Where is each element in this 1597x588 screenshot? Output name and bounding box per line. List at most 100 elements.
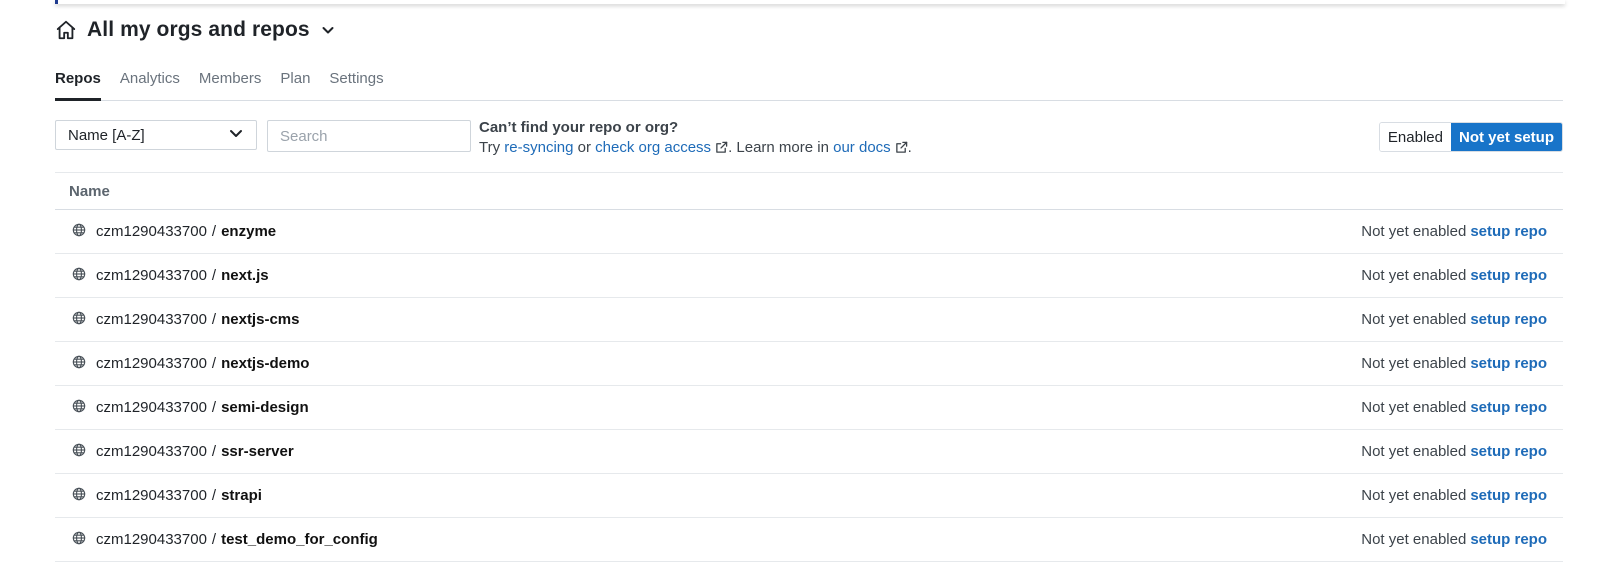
- repo-name: enzyme: [221, 223, 277, 240]
- globe-icon: [72, 399, 96, 417]
- help-title: Can’t find your repo or org?: [479, 119, 679, 136]
- help-or: or: [573, 139, 596, 156]
- help-learn: . Learn more in: [728, 139, 834, 156]
- repo-name-cell: czm1290433700/nextjs-cms: [72, 311, 299, 329]
- setup-repo-link[interactable]: setup repo: [1470, 223, 1547, 240]
- setup-repo-link[interactable]: setup repo: [1470, 267, 1547, 284]
- resync-link[interactable]: re-syncing: [504, 139, 573, 156]
- repo-status-cell: Not yet enabled setup repo: [1361, 443, 1547, 460]
- globe-icon: [72, 267, 96, 285]
- controls-bar: Name [A-Z] Can’t find your repo or org? …: [55, 118, 1563, 158]
- path-separator: /: [211, 443, 217, 460]
- repo-status-cell: Not yet enabled setup repo: [1361, 223, 1547, 240]
- tab-settings[interactable]: Settings: [329, 62, 383, 100]
- org-name: czm1290433700: [96, 487, 207, 504]
- repo-status: Not yet enabled: [1361, 355, 1467, 372]
- repo-name-cell: czm1290433700/enzyme: [72, 223, 276, 241]
- org-name: czm1290433700: [96, 355, 207, 372]
- tab-repos[interactable]: Repos: [55, 62, 101, 101]
- globe-icon: [72, 311, 96, 329]
- repo-name-cell: czm1290433700/test_demo_for_config: [72, 531, 378, 549]
- repo-name-cell: czm1290433700/nextjs-demo: [72, 355, 309, 373]
- repo-name-cell: czm1290433700/ssr-server: [72, 443, 294, 461]
- chevron-down-icon[interactable]: [320, 22, 336, 38]
- setup-repo-link[interactable]: setup repo: [1470, 531, 1547, 548]
- page-title: All my orgs and repos: [87, 18, 310, 41]
- path-separator: /: [211, 267, 217, 284]
- external-link-icon: [715, 140, 728, 160]
- setup-repo-link[interactable]: setup repo: [1470, 487, 1547, 504]
- org-name: czm1290433700: [96, 531, 207, 548]
- setup-repo-link[interactable]: setup repo: [1470, 399, 1547, 416]
- repo-status-cell: Not yet enabled setup repo: [1361, 267, 1547, 284]
- help-try: Try: [479, 139, 505, 156]
- repo-status-cell: Not yet enabled setup repo: [1361, 487, 1547, 504]
- sort-value: Name [A-Z]: [68, 126, 145, 144]
- repo-name: nextjs-cms: [221, 311, 300, 328]
- filter-not-setup-button[interactable]: Not yet setup: [1450, 123, 1562, 151]
- home-icon: [55, 19, 77, 41]
- path-separator: /: [211, 531, 217, 548]
- setup-repo-link[interactable]: setup repo: [1470, 443, 1547, 460]
- help-line: Try re-syncing or check org access . Lear…: [479, 138, 912, 160]
- external-link-icon: [895, 140, 908, 160]
- globe-icon: [72, 531, 96, 549]
- docs-link[interactable]: our docs: [833, 139, 891, 156]
- repo-table: Name czm1290433700/enzyme Not yet enable…: [55, 172, 1563, 562]
- table-row: czm1290433700/next.js Not yet enabled set…: [55, 254, 1563, 298]
- globe-icon: [72, 223, 96, 241]
- org-switcher[interactable]: All my orgs and repos: [55, 18, 336, 42]
- check-org-access-link[interactable]: check org access: [595, 139, 711, 156]
- repo-name: test_demo_for_config: [221, 531, 378, 548]
- repo-status: Not yet enabled: [1361, 399, 1467, 416]
- search-input[interactable]: [267, 120, 471, 152]
- setup-repo-link[interactable]: setup repo: [1470, 311, 1547, 328]
- table-row: czm1290433700/strapi Not yet enabled setu…: [55, 474, 1563, 518]
- repo-name: strapi: [221, 487, 262, 504]
- repo-status: Not yet enabled: [1361, 267, 1467, 284]
- globe-icon: [72, 443, 96, 461]
- setup-repo-link[interactable]: setup repo: [1470, 355, 1547, 372]
- tab-members[interactable]: Members: [199, 62, 262, 100]
- repo-status: Not yet enabled: [1361, 311, 1467, 328]
- chevron-down-icon: [228, 125, 244, 146]
- repo-name: nextjs-demo: [221, 355, 310, 372]
- repo-name: ssr-server: [221, 443, 294, 460]
- path-separator: /: [211, 223, 217, 240]
- repo-status-cell: Not yet enabled setup repo: [1361, 531, 1547, 548]
- path-separator: /: [211, 311, 217, 328]
- help-end: .: [907, 139, 912, 156]
- repo-name-cell: czm1290433700/next.js: [72, 267, 269, 285]
- help-text: Can’t find your repo or org? Try re-sync…: [479, 118, 912, 160]
- table-row: czm1290433700/nextjs-demo Not yet enable…: [55, 342, 1563, 386]
- top-bar-accent: [55, 0, 58, 4]
- repo-status: Not yet enabled: [1361, 531, 1467, 548]
- filter-enabled-button[interactable]: Enabled: [1379, 123, 1451, 151]
- sort-dropdown[interactable]: Name [A-Z]: [55, 120, 257, 150]
- org-name: czm1290433700: [96, 311, 207, 328]
- repo-name: semi-design: [221, 399, 309, 416]
- tab-plan[interactable]: Plan: [280, 62, 310, 100]
- repo-status-cell: Not yet enabled setup repo: [1361, 311, 1547, 328]
- org-name: czm1290433700: [96, 443, 207, 460]
- table-row: czm1290433700/semi-design Not yet enable…: [55, 386, 1563, 430]
- globe-icon: [72, 355, 96, 373]
- org-name: czm1290433700: [96, 223, 207, 240]
- tab-analytics[interactable]: Analytics: [120, 62, 180, 100]
- repo-status-cell: Not yet enabled setup repo: [1361, 355, 1547, 372]
- column-header-name[interactable]: Name: [55, 172, 1563, 210]
- org-name: czm1290433700: [96, 267, 207, 284]
- repo-status: Not yet enabled: [1361, 443, 1467, 460]
- repo-status: Not yet enabled: [1361, 223, 1467, 240]
- path-separator: /: [211, 355, 217, 372]
- table-row: czm1290433700/ssr-server Not yet enabled…: [55, 430, 1563, 474]
- path-separator: /: [211, 399, 217, 416]
- repo-name: next.js: [221, 267, 269, 284]
- repo-status-cell: Not yet enabled setup repo: [1361, 399, 1547, 416]
- path-separator: /: [211, 487, 217, 504]
- table-row: czm1290433700/nextjs-cms Not yet enabled…: [55, 298, 1563, 342]
- globe-icon: [72, 487, 96, 505]
- table-row: czm1290433700/test_demo_for_config Not y…: [55, 518, 1563, 562]
- top-bar-shadow: [55, 0, 1565, 4]
- org-name: czm1290433700: [96, 399, 207, 416]
